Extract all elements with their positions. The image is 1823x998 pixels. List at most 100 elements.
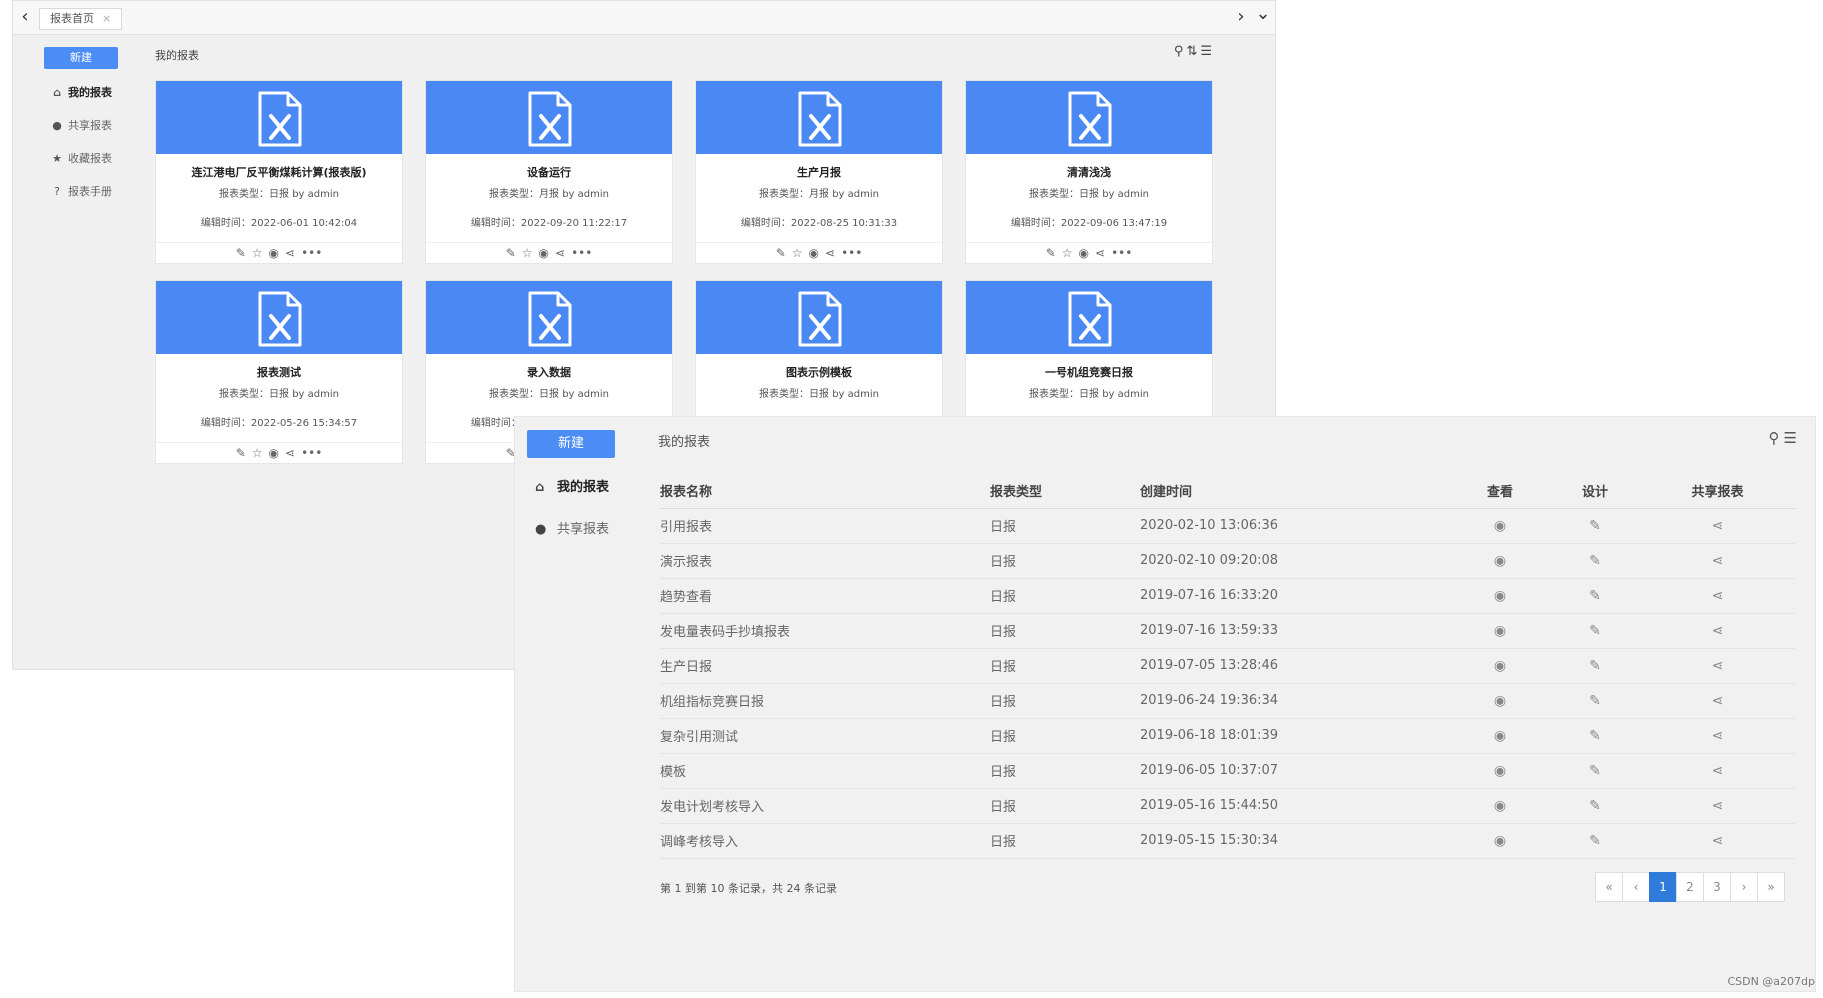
card-title[interactable]: 设备运行 (426, 164, 672, 180)
edit-icon[interactable]: ✎ (776, 246, 786, 260)
prev-page-button[interactable]: ‹ (1622, 872, 1650, 902)
edit-icon[interactable]: ✎ (1550, 788, 1640, 824)
report-card[interactable]: 设备运行 报表类型：月报 by admin 编辑时间：2022-09-20 11:2… (425, 80, 673, 264)
edit-icon[interactable]: ✎ (1550, 543, 1640, 579)
new-report-button[interactable]: 新建 (527, 430, 615, 458)
eye-icon[interactable]: ◉ (1450, 508, 1550, 544)
card-title[interactable]: 报表测试 (156, 364, 402, 380)
cell-report-name[interactable]: 发电计划考核导入 (660, 788, 990, 824)
report-card[interactable]: 清清浅浅 报表类型：日报 by admin 编辑时间：2022-09-06 13:4… (965, 80, 1213, 264)
page-2-button[interactable]: 2 (1676, 872, 1704, 902)
eye-icon[interactable]: ◉ (269, 246, 279, 260)
share-icon[interactable]: ⋖ (1640, 753, 1795, 789)
share-icon[interactable]: ⋖ (1640, 823, 1795, 859)
report-card[interactable]: 报表测试 报表类型：日报 by admin 编辑时间：2022-05-26 15:3… (155, 280, 403, 464)
table-row[interactable]: 复杂引用测试 日报 2019-06-18 18:01:39 ◉ ✎ ⋖ (660, 718, 1795, 754)
share-icon[interactable]: ⋖ (1640, 613, 1795, 649)
cell-report-name[interactable]: 机组指标竞赛日报 (660, 683, 990, 719)
card-banner[interactable] (426, 81, 672, 154)
cell-report-name[interactable]: 发电量表码手抄填报表 (660, 613, 990, 649)
star-icon[interactable]: ☆ (1062, 246, 1073, 260)
next-page-button[interactable]: › (1730, 872, 1758, 902)
card-title[interactable]: 一号机组竞赛日报 (966, 364, 1212, 380)
list-view-icon[interactable]: ☰ (1200, 44, 1215, 59)
share-icon[interactable]: ⋖ (1640, 578, 1795, 614)
card-banner[interactable] (696, 281, 942, 354)
card-title[interactable]: 生产月报 (696, 164, 942, 180)
star-icon[interactable]: ☆ (252, 246, 263, 260)
card-banner[interactable] (696, 81, 942, 154)
more-icon[interactable]: ••• (571, 246, 592, 260)
cell-report-name[interactable]: 复杂引用测试 (660, 718, 990, 754)
tab-report-home[interactable]: 报表首页 × (39, 8, 123, 30)
card-title[interactable]: 连江港电厂反平衡煤耗计算(报表版) (156, 164, 402, 180)
table-row[interactable]: 发电计划考核导入 日报 2019-05-16 15:44:50 ◉ ✎ ⋖ (660, 788, 1795, 824)
eye-icon[interactable]: ◉ (1450, 718, 1550, 754)
sidebar-item-shared-reports[interactable]: ● 共享报表 (50, 118, 112, 134)
eye-icon[interactable]: ◉ (1450, 823, 1550, 859)
share-icon[interactable]: ⋖ (555, 246, 565, 260)
more-icon[interactable]: ••• (301, 246, 322, 260)
table-row[interactable]: 趋势查看 日报 2019-07-16 16:33:20 ◉ ✎ ⋖ (660, 578, 1795, 614)
card-banner[interactable] (966, 281, 1212, 354)
cell-report-name[interactable]: 模板 (660, 753, 990, 789)
sort-icon[interactable]: ⇅ (1186, 44, 1200, 59)
card-banner[interactable] (156, 281, 402, 354)
edit-icon[interactable]: ✎ (1550, 823, 1640, 859)
eye-icon[interactable]: ◉ (1450, 613, 1550, 649)
report-card[interactable]: 生产月报 报表类型：月报 by admin 编辑时间：2022-08-25 10:3… (695, 80, 943, 264)
edit-icon[interactable]: ✎ (1046, 246, 1056, 260)
share-icon[interactable]: ⋖ (1640, 683, 1795, 719)
edit-icon[interactable]: ✎ (1550, 648, 1640, 684)
card-banner[interactable] (966, 81, 1212, 154)
eye-icon[interactable]: ◉ (1450, 683, 1550, 719)
report-card[interactable]: 连江港电厂反平衡煤耗计算(报表版) 报表类型：日报 by admin 编辑时间：20… (155, 80, 403, 264)
table-row[interactable]: 演示报表 日报 2020-02-10 09:20:08 ◉ ✎ ⋖ (660, 543, 1795, 579)
edit-icon[interactable]: ✎ (1550, 718, 1640, 754)
share-icon[interactable]: ⋖ (1640, 718, 1795, 754)
search-icon[interactable]: ⚲ (1174, 44, 1187, 59)
sidebar-item-my-reports[interactable]: ⌂ 我的报表 (50, 85, 112, 101)
chevron-down-icon[interactable]: ⌄ (1255, 3, 1271, 24)
star-icon[interactable]: ☆ (792, 246, 803, 260)
eye-icon[interactable]: ◉ (1450, 543, 1550, 579)
sidebar-item-shared-reports[interactable]: ● 共享报表 (535, 518, 609, 537)
cell-report-name[interactable]: 调峰考核导入 (660, 823, 990, 859)
star-icon[interactable]: ☆ (522, 246, 533, 260)
table-row[interactable]: 引用报表 日报 2020-02-10 13:06:36 ◉ ✎ ⋖ (660, 508, 1795, 544)
eye-icon[interactable]: ◉ (1450, 788, 1550, 824)
table-row[interactable]: 调峰考核导入 日报 2019-05-15 15:30:34 ◉ ✎ ⋖ (660, 823, 1795, 859)
cell-report-name[interactable]: 趋势查看 (660, 578, 990, 614)
edit-icon[interactable]: ✎ (1550, 578, 1640, 614)
share-icon[interactable]: ⋖ (825, 246, 835, 260)
table-row[interactable]: 机组指标竞赛日报 日报 2019-06-24 19:36:34 ◉ ✎ ⋖ (660, 683, 1795, 719)
star-icon[interactable]: ☆ (252, 446, 263, 460)
card-banner[interactable] (156, 81, 402, 154)
cell-report-name[interactable]: 生产日报 (660, 648, 990, 684)
cell-report-name[interactable]: 引用报表 (660, 508, 990, 544)
card-title[interactable]: 清清浅浅 (966, 164, 1212, 180)
edit-icon[interactable]: ✎ (1550, 613, 1640, 649)
page-3-button[interactable]: 3 (1703, 872, 1731, 902)
new-report-button[interactable]: 新建 (44, 47, 118, 69)
share-icon[interactable]: ⋖ (285, 246, 295, 260)
sidebar-item-my-reports[interactable]: ⌂ 我的报表 (535, 476, 609, 495)
eye-icon[interactable]: ◉ (539, 246, 549, 260)
card-title[interactable]: 录入数据 (426, 364, 672, 380)
share-icon[interactable]: ⋖ (285, 446, 295, 460)
edit-icon[interactable]: ✎ (506, 246, 516, 260)
tab-next-icon[interactable]: › (1233, 6, 1249, 27)
eye-icon[interactable]: ◉ (269, 446, 279, 460)
share-icon[interactable]: ⋖ (1640, 648, 1795, 684)
table-row[interactable]: 生产日报 日报 2019-07-05 13:28:46 ◉ ✎ ⋖ (660, 648, 1795, 684)
search-icon[interactable]: ⚲ (1769, 429, 1784, 447)
more-icon[interactable]: ••• (301, 446, 322, 460)
column-header-created[interactable]: 创建时间 (1140, 473, 1450, 509)
card-title[interactable]: 图表示例模板 (696, 364, 942, 380)
edit-icon[interactable]: ✎ (1550, 683, 1640, 719)
column-header-name[interactable]: 报表名称 (660, 473, 990, 509)
share-icon[interactable]: ⋖ (1640, 543, 1795, 579)
more-icon[interactable]: ••• (1111, 246, 1132, 260)
last-page-button[interactable]: » (1757, 872, 1785, 902)
first-page-button[interactable]: « (1595, 872, 1623, 902)
